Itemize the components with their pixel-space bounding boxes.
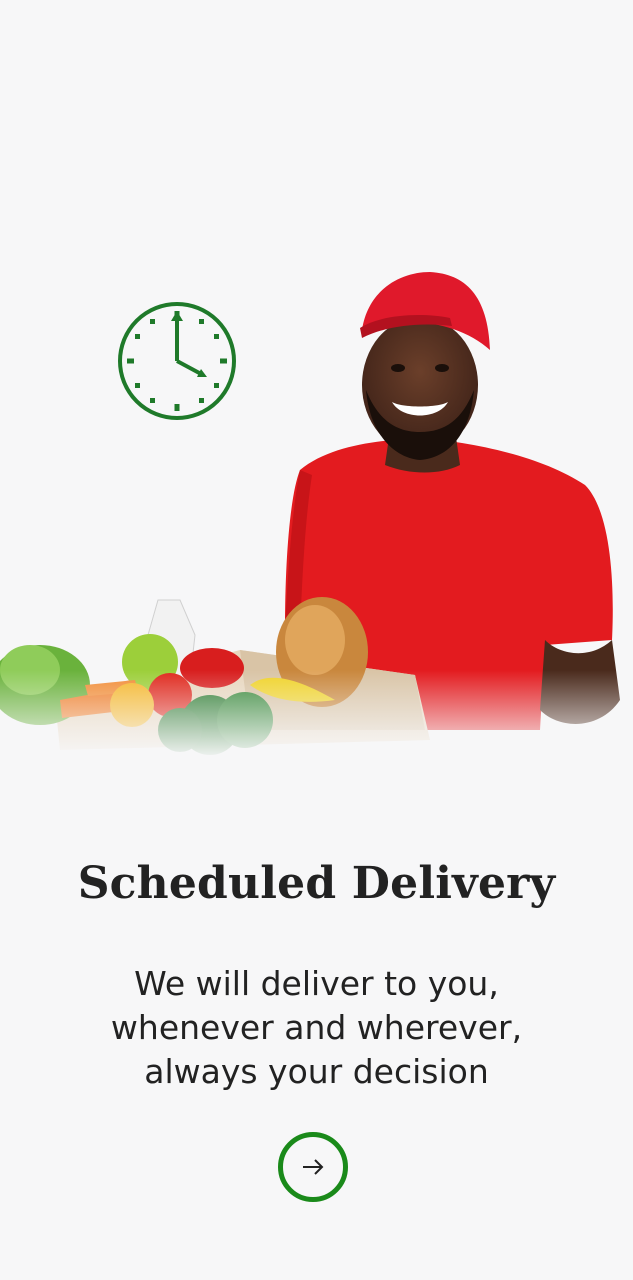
description-line: always your decision (144, 1052, 489, 1091)
next-button[interactable] (278, 1132, 348, 1202)
delivery-person-image (0, 260, 633, 760)
description-line: whenever and wherever, (110, 1008, 523, 1047)
description-line: We will deliver to you, (134, 964, 499, 1003)
page-title: Scheduled Delivery (77, 858, 556, 909)
description: We will deliver to you, whenever and whe… (60, 962, 573, 1094)
hero-illustration (0, 260, 633, 760)
arrow-right-icon (303, 1159, 324, 1175)
